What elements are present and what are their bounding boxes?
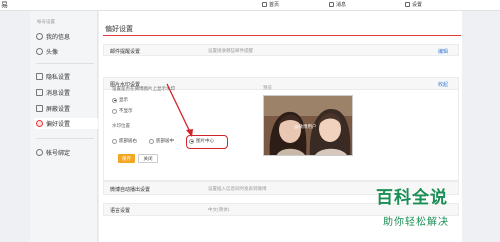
- radio-hide[interactable]: 不显示: [112, 108, 133, 114]
- nav-settings[interactable]: 设置: [405, 0, 422, 8]
- link-icon: [36, 149, 43, 156]
- sidebar-section-label: 帐号设置: [37, 20, 55, 25]
- radio-show[interactable]: 显示: [112, 97, 128, 103]
- radio-dot: [112, 138, 117, 144]
- email-reminder-edit-link[interactable]: 编辑: [438, 48, 448, 55]
- page-title: 偏好设置: [105, 25, 133, 33]
- preview-watermark-text: @微博用户: [294, 125, 317, 130]
- home-icon: [262, 1, 267, 7]
- user-icon: [36, 33, 43, 40]
- radio-dot-checked: [112, 97, 117, 103]
- sidebar: 帐号设置 我的信息 头像 隐私设置 消息设置 屏蔽设置 偏好设置 帐号绑定: [30, 11, 98, 242]
- language-value: 中文(简体): [208, 208, 230, 213]
- watermark-slogan: 助你轻松解决: [383, 217, 449, 228]
- logo-fragment: 易: [1, 1, 8, 9]
- close-button[interactable]: 关闭: [138, 154, 158, 163]
- top-bar: 易 首页 消息 设置: [0, 0, 500, 11]
- collapse-link[interactable]: 收起: [438, 81, 448, 88]
- watermark-brand: 百科全说: [376, 188, 448, 208]
- sidebar-item-my-info[interactable]: 我的信息: [36, 31, 96, 42]
- radio-bottom-right[interactable]: 底部居右: [112, 138, 137, 144]
- sidebar-item-avatar[interactable]: 头像: [36, 46, 96, 57]
- radio-bottom-center[interactable]: 底部居中: [149, 138, 174, 144]
- email-reminder-row: 邮件提醒设置 设置接收哪些邮件提醒 编辑: [103, 44, 459, 56]
- weibo-auto-post-desc: 设置插入信息同时发表到微博: [208, 187, 267, 192]
- sidebar-divider: [36, 138, 94, 139]
- sidebar-divider: [36, 63, 94, 64]
- radio-dot: [112, 108, 117, 114]
- title-divider: [103, 35, 461, 36]
- gear-icon: [405, 1, 410, 7]
- save-button[interactable]: 保存: [118, 154, 135, 163]
- sidebar-item-privacy[interactable]: 隐私设置: [36, 71, 96, 82]
- language-title: 语言设置: [110, 208, 131, 214]
- sidebar-item-account-binding[interactable]: 帐号绑定: [36, 147, 96, 158]
- show-watermark-question: 设置是否在微博图片上显示水印: [112, 87, 175, 92]
- weibo-auto-post-title: 微博自动播出设置: [110, 187, 151, 193]
- watermark-preview-image: @微博用户: [263, 95, 353, 156]
- watermark-position-label: 水印位置: [112, 124, 130, 129]
- page-right-gutter: [462, 11, 500, 242]
- annotation-highlight-box: [186, 135, 228, 149]
- nav-home[interactable]: 首页: [262, 0, 279, 8]
- email-reminder-desc: 设置接收哪些邮件提醒: [208, 49, 253, 54]
- avatar-icon: [36, 48, 43, 55]
- message-icon: [329, 1, 334, 7]
- nav-messages[interactable]: 消息: [329, 0, 346, 8]
- message-icon: [36, 89, 43, 96]
- preview-label: 预览: [263, 86, 272, 91]
- lock-icon: [36, 73, 43, 80]
- email-reminder-title: 邮件提醒设置: [110, 49, 141, 55]
- radio-dot: [149, 138, 154, 144]
- sidebar-item-preferences[interactable]: 偏好设置: [34, 118, 98, 129]
- heart-icon: [36, 120, 43, 127]
- block-icon: [36, 105, 43, 112]
- sidebar-item-messages[interactable]: 消息设置: [36, 87, 96, 98]
- sidebar-item-block[interactable]: 屏蔽设置: [36, 103, 96, 114]
